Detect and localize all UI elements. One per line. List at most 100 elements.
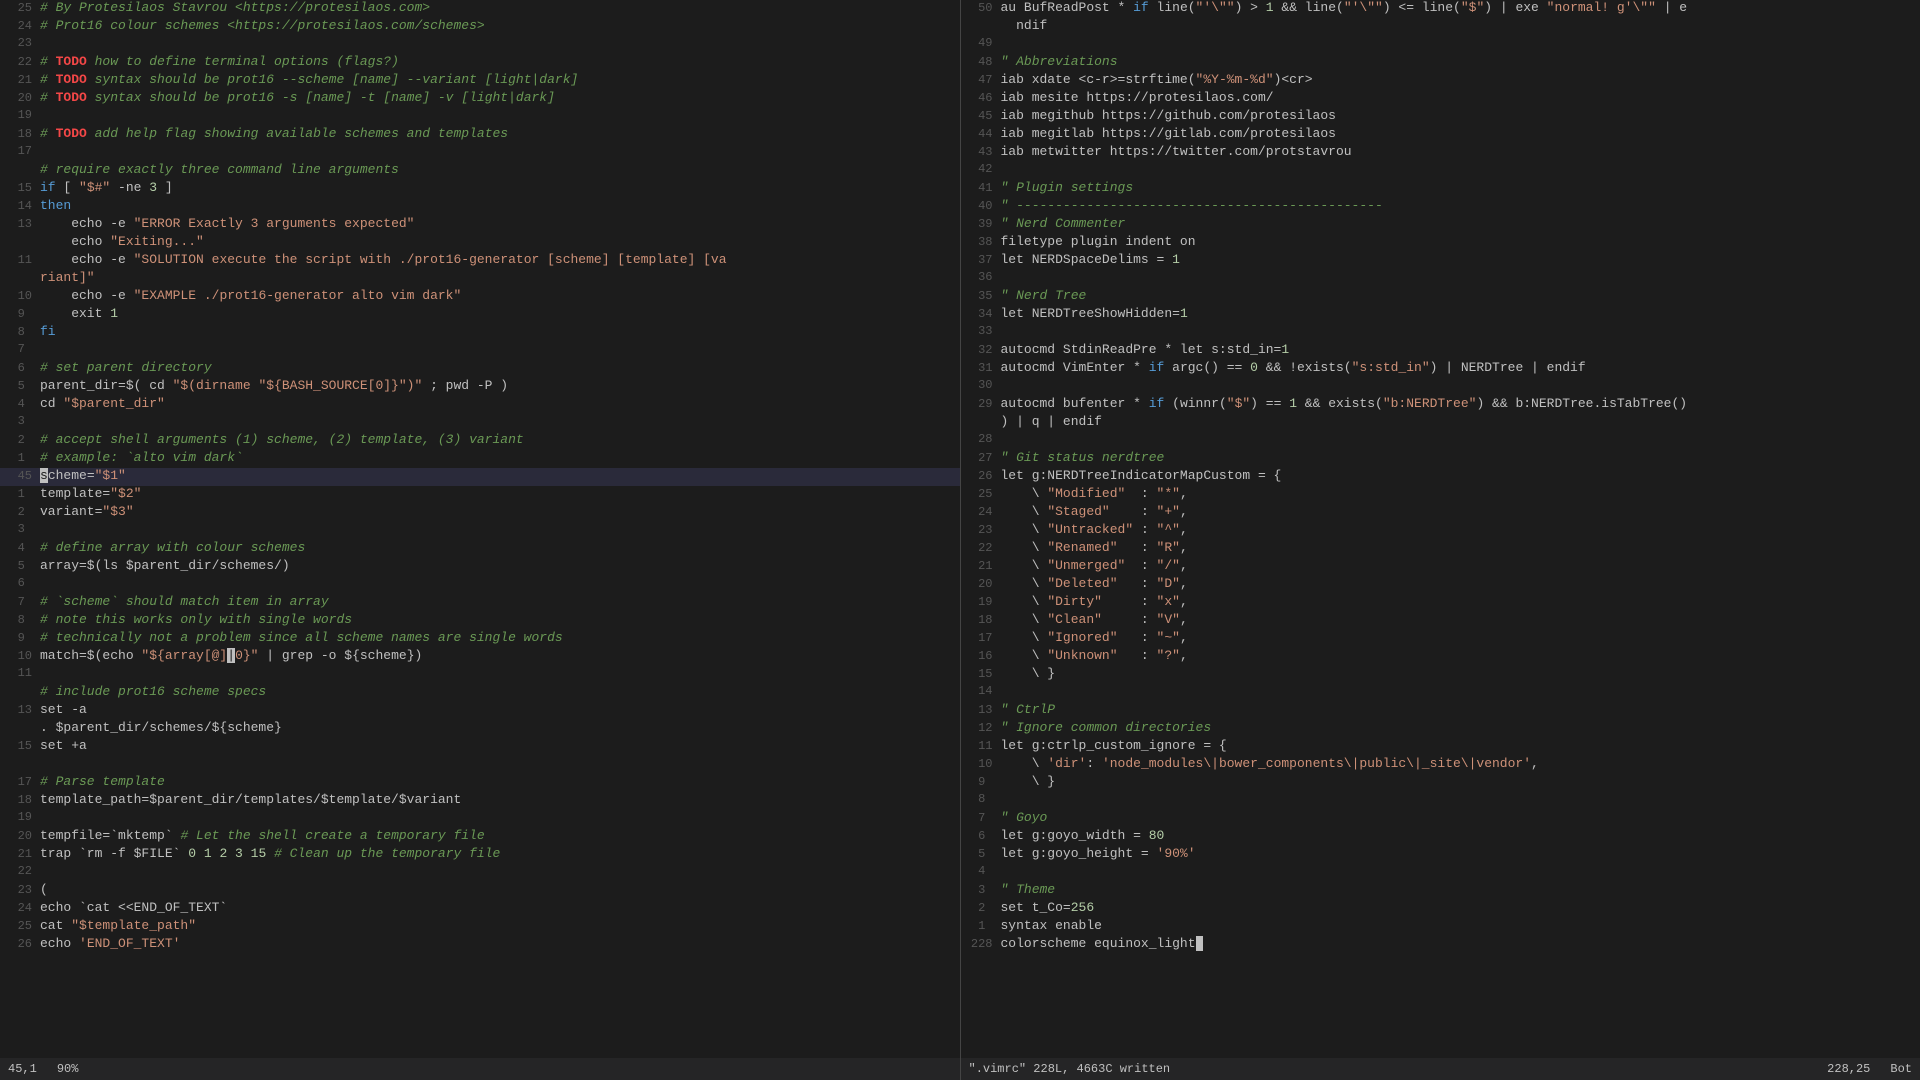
code-line: 26 let g:NERDTreeIndicatorMapCustom = { <box>961 468 1920 486</box>
code-line: 2 set t_Co=256 <box>961 900 1920 918</box>
code-line: 30 <box>961 378 1920 396</box>
code-line: 15 if [ "$#" -ne 3 ] <box>0 180 960 198</box>
code-line: 228 colorscheme equinox_light <box>961 936 1920 954</box>
code-line: 6 <box>0 576 960 594</box>
code-line: 40 " -----------------------------------… <box>961 198 1920 216</box>
code-line: 42 <box>961 162 1920 180</box>
code-line: 7 <box>0 342 960 360</box>
code-line: 11 let g:ctrlp_custom_ignore = { <box>961 738 1920 756</box>
code-line: 18 template_path=$parent_dir/templates/$… <box>0 792 960 810</box>
code-line: 13 set -a <box>0 702 960 720</box>
code-line: 4 <box>961 864 1920 882</box>
code-line: 35 " Nerd Tree <box>961 288 1920 306</box>
code-line: 44 iab megitlab https://gitlab.com/prote… <box>961 126 1920 144</box>
code-line: 36 <box>961 270 1920 288</box>
right-code-area[interactable]: 50 au BufReadPost * if line("'\"") > 1 &… <box>961 0 1920 1058</box>
code-line: 24 echo `cat <<END_OF_TEXT` <box>0 900 960 918</box>
code-line: 21 \ "Unmerged" : "/", <box>961 558 1920 576</box>
code-line: # include prot16 scheme specs <box>0 684 960 702</box>
left-status-bar: 45,1 90% <box>0 1058 961 1080</box>
left-pane: 25 # By Protesilaos Stavrou <https://pro… <box>0 0 961 1058</box>
code-line: 18 \ "Clean" : "V", <box>961 612 1920 630</box>
code-line: 33 <box>961 324 1920 342</box>
code-line: 18 # TODO add help flag showing availabl… <box>0 126 960 144</box>
code-line: 15 set +a <box>0 738 960 756</box>
code-line: 28 <box>961 432 1920 450</box>
code-line: 10 echo -e "EXAMPLE ./prot16-generator a… <box>0 288 960 306</box>
right-file-info: ".vimrc" 228L, 4663C written <box>969 1062 1171 1076</box>
code-line: 22 # TODO how to define terminal options… <box>0 54 960 72</box>
code-line: 13 " CtrlP <box>961 702 1920 720</box>
code-line: 11 echo -e "SOLUTION execute the script … <box>0 252 960 270</box>
code-line: ) | q | endif <box>961 414 1920 432</box>
code-line: 50 au BufReadPost * if line("'\"") > 1 &… <box>961 0 1920 18</box>
code-line: 23 \ "Untracked" : "^", <box>961 522 1920 540</box>
editor-container: 25 # By Protesilaos Stavrou <https://pro… <box>0 0 1920 1058</box>
code-line: 10 match=$(echo "${array[@]|0}" | grep -… <box>0 648 960 666</box>
code-line: 15 \ } <box>961 666 1920 684</box>
code-line: 5 array=$(ls $parent_dir/schemes/) <box>0 558 960 576</box>
code-line: 1 template="$2" <box>0 486 960 504</box>
code-line: 19 <box>0 810 960 828</box>
code-line: 4 cd "$parent_dir" <box>0 396 960 414</box>
code-line: 19 <box>0 108 960 126</box>
right-status-bar: ".vimrc" 228L, 4663C written 228,25 Bot <box>961 1058 1920 1080</box>
code-line: 1 syntax enable <box>961 918 1920 936</box>
code-line: ndif <box>961 18 1920 36</box>
code-line: 26 echo 'END_OF_TEXT' <box>0 936 960 954</box>
code-line: 25 cat "$template_path" <box>0 918 960 936</box>
code-line: 37 let NERDSpaceDelims = 1 <box>961 252 1920 270</box>
code-line: 46 iab mesite https://protesilaos.com/ <box>961 90 1920 108</box>
code-line: 29 autocmd bufenter * if (winnr("$") == … <box>961 396 1920 414</box>
code-line: 3 <box>0 522 960 540</box>
code-line: 34 let NERDTreeShowHidden=1 <box>961 306 1920 324</box>
right-status-position: 228,25 <box>1827 1062 1870 1076</box>
code-line: 24 \ "Staged" : "+", <box>961 504 1920 522</box>
code-line: 20 tempfile=`mktemp` # Let the shell cre… <box>0 828 960 846</box>
code-line: 14 then <box>0 198 960 216</box>
left-status-text: 45,1 <box>8 1062 37 1076</box>
code-line: 16 \ "Unknown" : "?", <box>961 648 1920 666</box>
code-line: 27 " Git status nerdtree <box>961 450 1920 468</box>
code-line: 17 <box>0 144 960 162</box>
code-line: 13 echo -e "ERROR Exactly 3 arguments ex… <box>0 216 960 234</box>
bottom-bar: 45,1 90% ".vimrc" 228L, 4663C written 22… <box>0 1058 1920 1080</box>
code-line: 10 \ 'dir': 'node_modules\|bower_compone… <box>961 756 1920 774</box>
code-line: 9 exit 1 <box>0 306 960 324</box>
code-line: 23 ( <box>0 882 960 900</box>
code-line: 9 # technically not a problem since all … <box>0 630 960 648</box>
code-line: 22 <box>0 864 960 882</box>
code-line: 11 <box>0 666 960 684</box>
code-line: 25 # By Protesilaos Stavrou <https://pro… <box>0 0 960 18</box>
code-line: 41 " Plugin settings <box>961 180 1920 198</box>
code-line: 1 # example: `alto vim dark` <box>0 450 960 468</box>
code-line: 22 \ "Renamed" : "R", <box>961 540 1920 558</box>
left-code-area[interactable]: 25 # By Protesilaos Stavrou <https://pro… <box>0 0 960 1058</box>
code-line: 4 # define array with colour schemes <box>0 540 960 558</box>
code-line: 2 # accept shell arguments (1) scheme, (… <box>0 432 960 450</box>
code-line: 17 # Parse template <box>0 774 960 792</box>
code-line: 14 <box>961 684 1920 702</box>
code-line: 7 " Goyo <box>961 810 1920 828</box>
code-line: 20 # TODO syntax should be prot16 -s [na… <box>0 90 960 108</box>
right-pane: 50 au BufReadPost * if line("'\"") > 1 &… <box>961 0 1920 1058</box>
code-line: echo "Exiting..." <box>0 234 960 252</box>
code-line: 2 variant="$3" <box>0 504 960 522</box>
code-line: 5 let g:goyo_height = '90%' <box>961 846 1920 864</box>
code-line: 17 \ "Ignored" : "~", <box>961 630 1920 648</box>
code-line: 3 " Theme <box>961 882 1920 900</box>
code-line: 43 iab metwitter https://twitter.com/pro… <box>961 144 1920 162</box>
code-line: . $parent_dir/schemes/${scheme} <box>0 720 960 738</box>
code-line: 8 <box>961 792 1920 810</box>
right-status-mode: Bot <box>1890 1062 1912 1076</box>
code-line: 3 <box>0 414 960 432</box>
code-line: 21 trap `rm -f $FILE` 0 1 2 3 15 # Clean… <box>0 846 960 864</box>
code-line: 8 fi <box>0 324 960 342</box>
code-line: 24 # Prot16 colour schemes <https://prot… <box>0 18 960 36</box>
code-line: riant]" <box>0 270 960 288</box>
code-line: 6 let g:goyo_width = 80 <box>961 828 1920 846</box>
left-percent-text: 90% <box>57 1062 79 1076</box>
code-line: 9 \ } <box>961 774 1920 792</box>
code-line: 5 parent_dir=$( cd "$(dirname "${BASH_SO… <box>0 378 960 396</box>
code-line: 20 \ "Deleted" : "D", <box>961 576 1920 594</box>
